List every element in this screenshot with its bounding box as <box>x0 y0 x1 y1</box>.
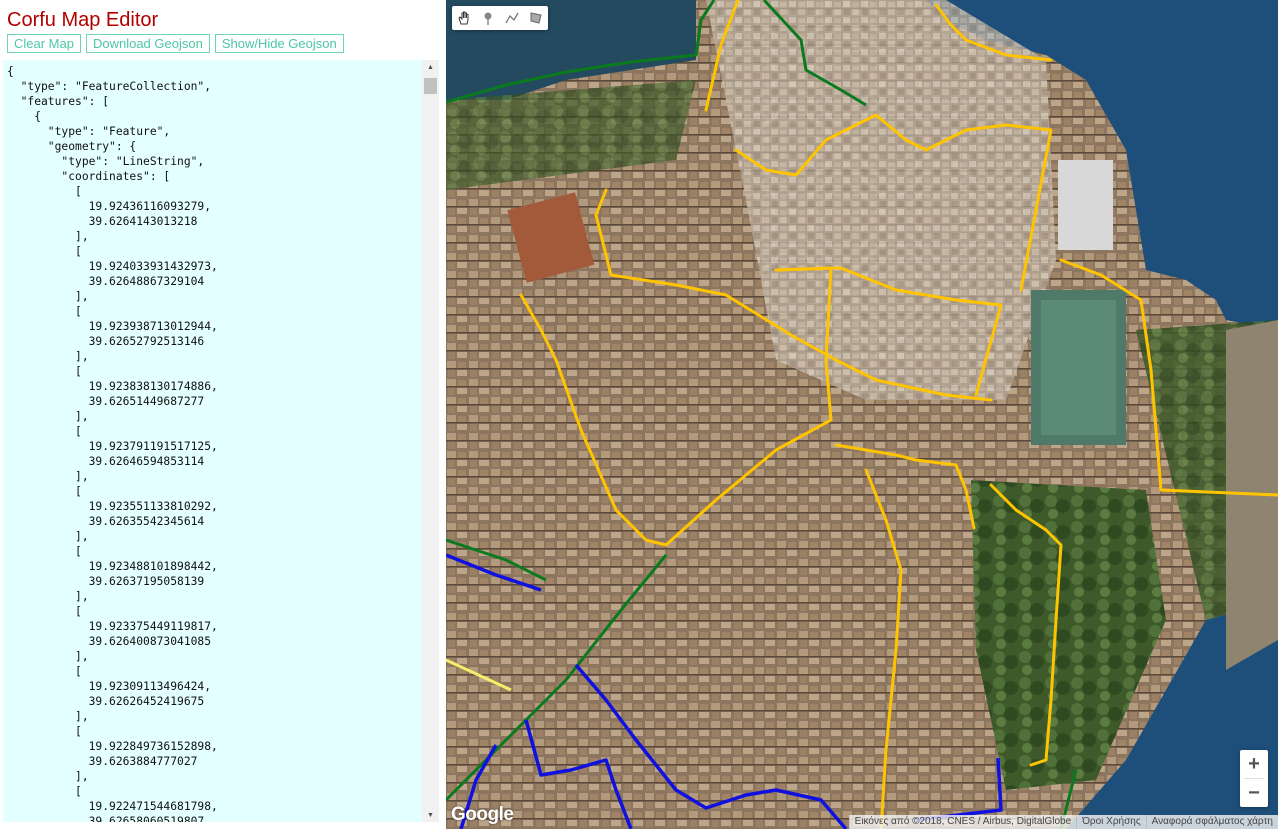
button-bar: Clear Map Download Geojson Show/Hide Geo… <box>7 34 344 53</box>
drawing-toolbar <box>452 6 548 30</box>
scrollbar[interactable]: ▲ ▼ <box>422 60 439 822</box>
page-title: Corfu Map Editor <box>7 9 159 31</box>
map-imagery <box>446 0 1278 829</box>
map-attribution: Εικόνες από ©2018, CNES / Airbus, Digita… <box>848 815 1278 829</box>
toggle-geojson-button[interactable]: Show/Hide Geojson <box>214 34 344 53</box>
scroll-down-arrow-icon[interactable]: ▼ <box>422 808 439 822</box>
clear-map-button[interactable]: Clear Map <box>7 34 81 53</box>
report-error-link[interactable]: Αναφορά σφάλματος χάρτη <box>1145 815 1278 829</box>
scroll-thumb[interactable] <box>424 78 437 94</box>
zoom-out-button[interactable]: − <box>1240 779 1268 807</box>
terms-link[interactable]: Όροι Χρήσης <box>1076 815 1146 829</box>
zoom-in-button[interactable]: + <box>1240 750 1268 778</box>
imagery-credit: Εικόνες από ©2018, CNES / Airbus, Digita… <box>848 815 1077 829</box>
editor-panel: Corfu Map Editor Clear Map Download Geoj… <box>0 0 446 829</box>
hand-icon[interactable] <box>452 6 476 30</box>
geojson-text[interactable]: { "type": "FeatureCollection", "features… <box>3 60 439 822</box>
satellite-map[interactable]: + − Google Εικόνες από ©2018, CNES / Air… <box>446 0 1278 829</box>
google-logo: Google <box>451 804 514 825</box>
polyline-icon[interactable] <box>500 6 524 30</box>
polygon-icon[interactable] <box>524 6 548 30</box>
marker-icon[interactable] <box>476 6 500 30</box>
download-geojson-button[interactable]: Download Geojson <box>85 34 210 53</box>
zoom-control: + − <box>1240 750 1268 807</box>
scroll-up-arrow-icon[interactable]: ▲ <box>422 60 439 74</box>
geojson-textarea[interactable]: { "type": "FeatureCollection", "features… <box>3 60 439 822</box>
